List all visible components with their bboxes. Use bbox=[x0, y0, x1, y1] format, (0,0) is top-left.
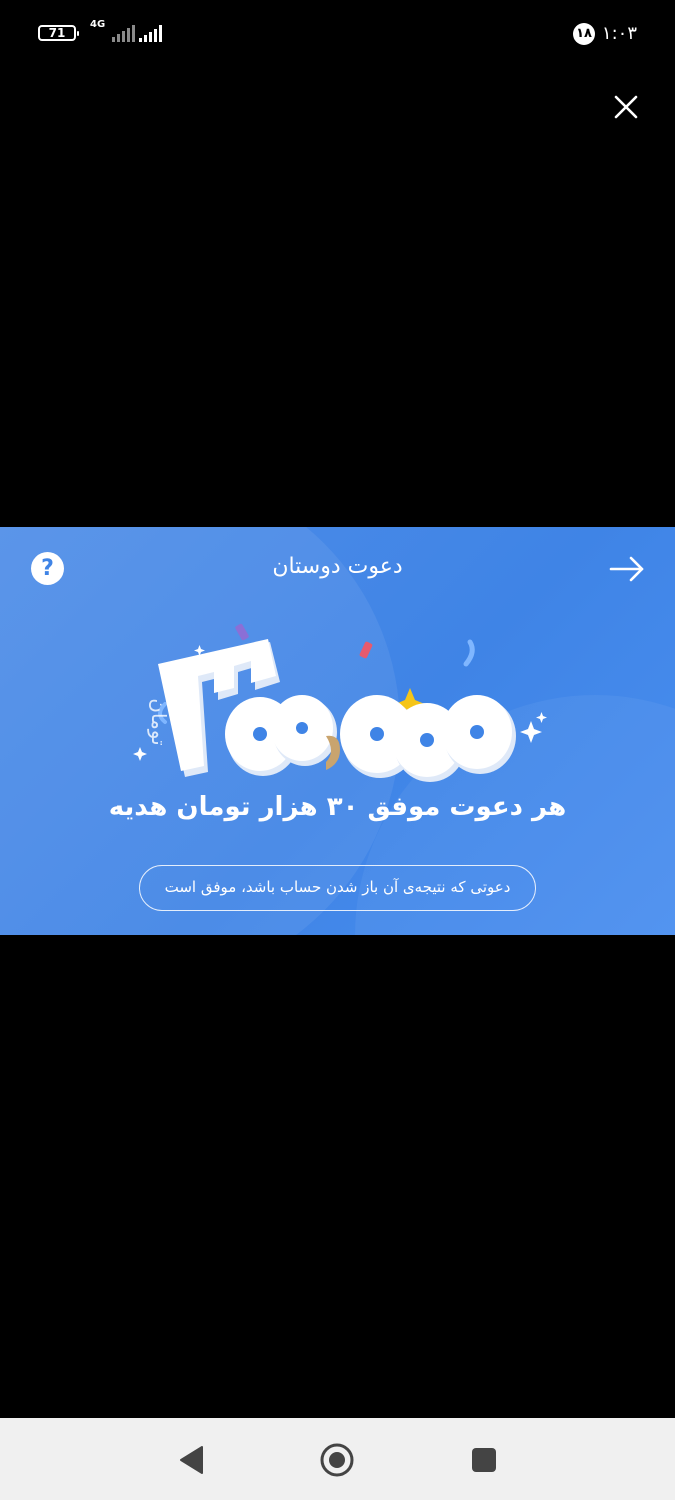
sparkle-icon bbox=[520, 721, 542, 743]
clock: ۱:۰۳ bbox=[601, 23, 637, 44]
triangle-back-icon bbox=[180, 1446, 203, 1474]
confetti bbox=[235, 623, 249, 641]
digit-zeros bbox=[340, 695, 516, 782]
reward-amount-illustration: تومان bbox=[133, 623, 547, 782]
square-recents-icon bbox=[472, 1448, 496, 1472]
status-bar: 71 4G ۱۸ ۱:۰۳ bbox=[0, 0, 675, 70]
home-button[interactable] bbox=[317, 1440, 357, 1480]
signal-sim2-icon bbox=[112, 24, 135, 42]
back-button[interactable] bbox=[172, 1440, 212, 1480]
back-arrow-button[interactable] bbox=[609, 555, 645, 583]
banner-title: دعوت دوستان bbox=[272, 554, 403, 579]
digit-zeros bbox=[225, 695, 337, 776]
close-button[interactable] bbox=[611, 92, 641, 122]
sparkle-icon bbox=[133, 747, 147, 761]
confetti bbox=[359, 641, 373, 659]
success-condition-note: دعوتی که نتیجه‌ی آن باز شدن حساب باشد، م… bbox=[139, 865, 536, 911]
screen: 71 4G ۱۸ ۱:۰۳ ? دعوت دوستان تومان هر دعو… bbox=[0, 0, 675, 1500]
battery-indicator: 71 bbox=[38, 25, 79, 41]
confetti bbox=[463, 639, 475, 667]
system-nav-bar bbox=[0, 1418, 675, 1500]
close-icon bbox=[614, 95, 638, 119]
sparkle-icon bbox=[536, 712, 547, 723]
recents-button[interactable] bbox=[464, 1440, 504, 1480]
notification-badge: ۱۸ bbox=[573, 23, 595, 45]
invite-friends-banner: ? دعوت دوستان تومان هر دعوت موفق ۳۰ هزار… bbox=[0, 527, 675, 935]
battery-level: 71 bbox=[48, 26, 66, 40]
arrow-right-icon bbox=[609, 556, 644, 582]
circle-home-icon bbox=[320, 1443, 354, 1477]
network-type: 4G bbox=[90, 19, 106, 30]
currency-label: تومان bbox=[147, 698, 171, 745]
reward-headline: هر دعوت موفق ۳۰ هزار تومان هدیه bbox=[108, 792, 567, 822]
signal-sim1-icon bbox=[139, 24, 162, 42]
